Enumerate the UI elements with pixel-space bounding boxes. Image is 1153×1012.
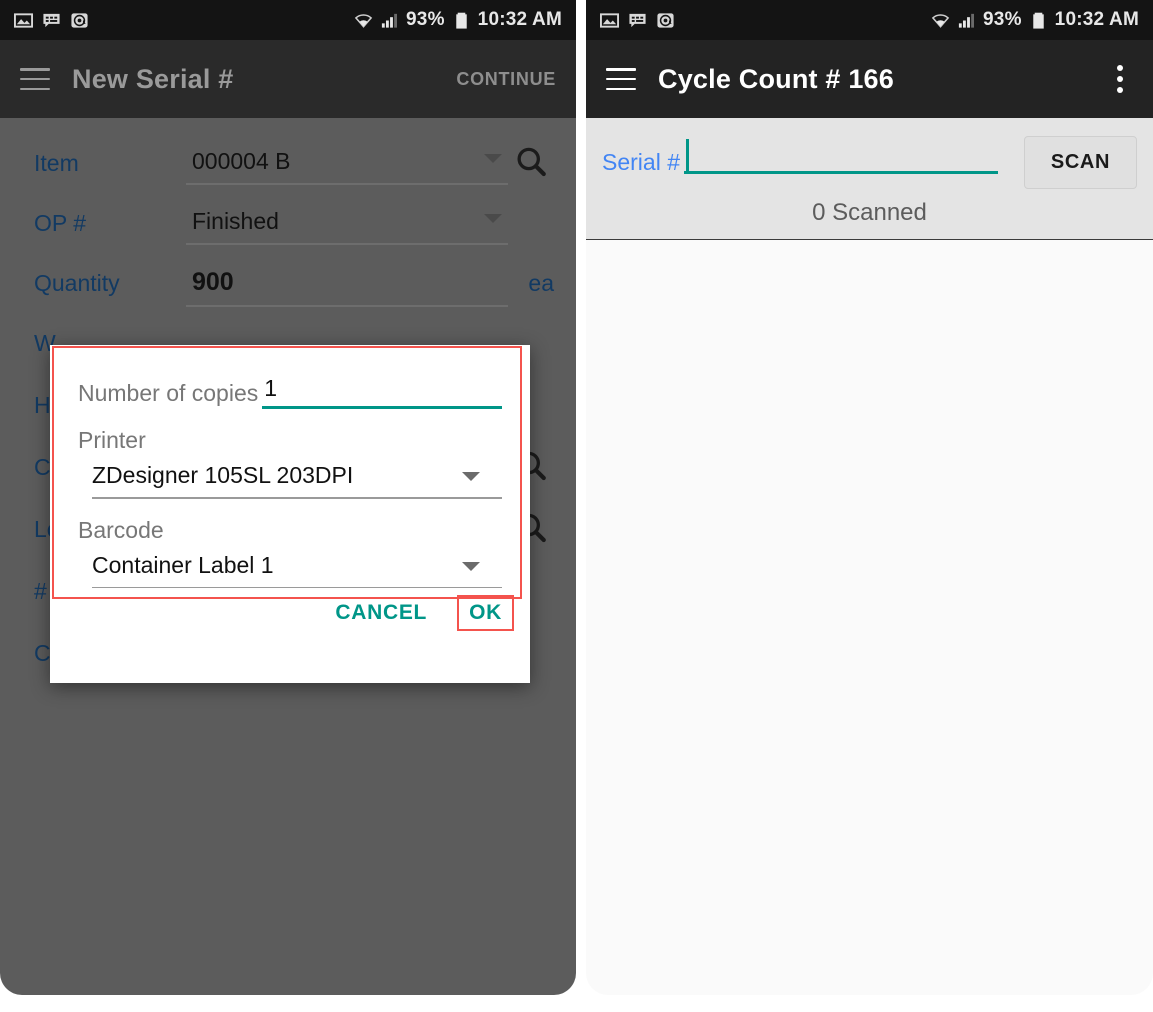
status-bar-notification-icons — [600, 11, 675, 30]
battery-icon — [1032, 12, 1044, 29]
quantity-underline — [186, 305, 508, 307]
barcode-value: Container Label 1 — [92, 551, 274, 578]
item-value: 000004 B — [192, 148, 291, 174]
chevron-down-icon[interactable] — [462, 561, 480, 571]
barcode-label: Barcode — [78, 516, 164, 543]
page-title: New Serial # — [72, 63, 234, 94]
continue-button[interactable]: CONTINUE — [456, 69, 556, 90]
printer-label: Printer — [78, 427, 146, 453]
chevron-down-icon[interactable] — [462, 472, 480, 481]
copies-value: 1 — [264, 375, 278, 401]
copies-input[interactable]: 1 — [262, 375, 502, 409]
op-select[interactable]: Finished — [186, 202, 508, 245]
right-app-bar: Cycle Count # 166 — [586, 40, 1153, 118]
left-phone-screen: 93% 10:32 AM New Serial # CONTINUE Item … — [0, 0, 576, 995]
status-bar-system-icons: 93% 10:32 AM — [931, 9, 1139, 31]
wifi-icon — [354, 13, 373, 28]
form-row-item: Item 000004 B — [0, 142, 576, 202]
item-label: Item — [34, 150, 79, 176]
scan-button[interactable]: SCAN — [1023, 136, 1137, 189]
wifi-icon — [931, 13, 950, 28]
print-label-dialog: Number of copies 1 Printer ZDesigner 105… — [50, 345, 530, 683]
hamburger-icon[interactable] — [20, 68, 50, 90]
message-icon — [43, 13, 60, 27]
status-bar-system-icons: 93% 10:32 AM — [354, 9, 562, 31]
message-icon — [629, 13, 646, 27]
scanned-list: Serial #55858 Created — [586, 240, 1153, 995]
hamburger-icon[interactable] — [606, 68, 636, 90]
serial-number-input[interactable] — [683, 139, 1010, 174]
op-value: Finished — [192, 208, 279, 234]
search-icon — [517, 147, 546, 177]
battery-percent: 93% — [983, 9, 1022, 30]
item-search-button[interactable] — [508, 142, 554, 180]
cancel-button[interactable]: CANCEL — [329, 597, 433, 629]
email-icon — [71, 12, 88, 28]
dual-screenshot-canvas: 93% 10:32 AM New Serial # CONTINUE Item … — [0, 0, 1153, 1012]
left-app-bar: New Serial # CONTINUE — [0, 40, 576, 118]
text-cursor — [685, 139, 689, 173]
chevron-down-icon[interactable] — [484, 214, 502, 223]
scan-row: Serial # SCAN — [602, 136, 1137, 189]
printer-select[interactable]: ZDesigner 105SL 203DPI — [78, 462, 502, 499]
item-select[interactable]: 000004 B — [186, 142, 508, 185]
form-row-quantity: Quantity 900 ea — [0, 262, 576, 322]
right-phone-screen: 93% 10:32 AM Cycle Count # 166 Serial # — [586, 0, 1153, 995]
clock: 10:32 AM — [477, 9, 562, 30]
op-spacer — [508, 202, 554, 204]
clock: 10:32 AM — [1054, 9, 1139, 30]
form-row-op: OP # Finished — [0, 202, 576, 262]
quantity-value: 900 — [192, 268, 234, 296]
printer-underline — [92, 497, 502, 499]
status-bar: 93% 10:32 AM — [0, 0, 576, 40]
battery-icon — [455, 12, 467, 29]
scan-header: Serial # SCAN 0 Scanned — [586, 118, 1153, 240]
signal-icon — [958, 13, 975, 28]
copies-row: Number of copies 1 — [78, 375, 502, 409]
barcode-underline — [92, 586, 502, 588]
status-bar-notification-icons — [14, 11, 89, 30]
barcode-select[interactable]: Container Label 1 — [78, 551, 502, 588]
image-icon — [14, 12, 33, 28]
status-bar: 93% 10:32 AM — [586, 0, 1153, 40]
printer-value: ZDesigner 105SL 203DPI — [92, 462, 354, 488]
dialog-actions: CANCEL OK — [329, 595, 514, 631]
scanned-count: 0 Scanned — [812, 199, 927, 226]
op-underline — [186, 243, 508, 245]
quantity-label: Quantity — [34, 270, 120, 296]
chevron-down-icon[interactable] — [484, 154, 502, 163]
copies-label: Number of copies — [78, 380, 259, 406]
quantity-unit: ea — [528, 270, 554, 296]
serial-number-label: Serial # — [602, 149, 680, 175]
quantity-input[interactable]: 900 — [186, 262, 508, 307]
email-icon — [657, 12, 674, 28]
item-underline — [186, 183, 508, 185]
battery-percent: 93% — [406, 9, 445, 30]
ok-button[interactable]: OK — [457, 595, 514, 631]
image-icon — [600, 12, 619, 28]
copies-underline — [262, 406, 502, 409]
kebab-menu-icon[interactable] — [1107, 64, 1133, 94]
page-title: Cycle Count # 166 — [658, 63, 894, 94]
serial-input-underline — [683, 171, 998, 174]
signal-icon — [381, 13, 398, 28]
op-label: OP # — [34, 210, 86, 236]
